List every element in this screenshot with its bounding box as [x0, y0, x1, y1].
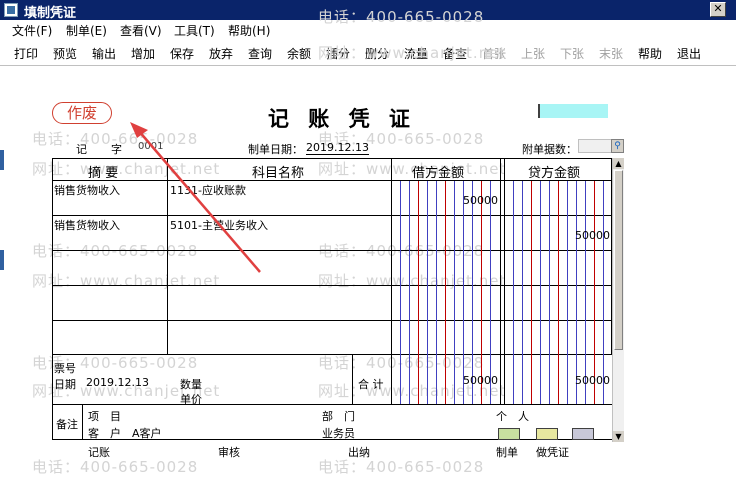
row2-summary[interactable]: 销售货物收入 [54, 217, 120, 233]
customer-label: 客 户 [88, 427, 121, 440]
scroll-thumb[interactable] [614, 170, 623, 350]
row1-summary[interactable]: 销售货物收入 [54, 182, 120, 198]
sig-cashier: 出纳 [348, 446, 370, 459]
customer-value[interactable]: A客户 [132, 425, 162, 441]
toolbar-print[interactable]: 打印 [14, 45, 38, 62]
ticket-label: 票号 [54, 362, 76, 375]
salesman-label: 业务员 [322, 427, 355, 440]
voucher-number[interactable]: 0001 [138, 141, 163, 152]
watermark-phone: 电话：400-665-0028 [318, 458, 485, 476]
header-debit: 借方金额 [412, 166, 465, 181]
toolbar-help[interactable]: 帮助 [638, 45, 662, 62]
menu-view[interactable]: 查看(V) [120, 22, 162, 39]
toolbar-query[interactable]: 查询 [248, 45, 272, 62]
attachments-input[interactable] [578, 139, 612, 153]
header-account: 科目名称 [252, 166, 305, 181]
toolbar-discard[interactable]: 放弃 [209, 45, 233, 62]
voucher-entry-table: 摘 要 科目名称 借方金额 贷方金额 销售货物收入 1131-应收账款 5000… [52, 158, 612, 440]
toolbar-first[interactable]: 首张 [482, 45, 506, 62]
toolbar-last[interactable]: 末张 [599, 45, 623, 62]
watermark-phone: 电话：400-665-0028 [32, 458, 199, 476]
header-credit: 贷方金额 [528, 166, 581, 181]
date-label: 制单日期： [248, 143, 303, 156]
menu-help[interactable]: 帮助(H) [228, 22, 270, 39]
footer-date[interactable]: 2019.12.13 [86, 376, 149, 389]
menu-voucher[interactable]: 制单(E) [66, 22, 107, 39]
close-button[interactable]: ✕ [710, 2, 726, 17]
voucher-date[interactable]: 2019.12.13 [306, 141, 369, 155]
toolbar-next[interactable]: 下张 [560, 45, 584, 62]
toolbar-prev[interactable]: 上张 [521, 45, 545, 62]
toolbar-save[interactable]: 保存 [170, 45, 194, 62]
project-label: 项 目 [88, 410, 121, 423]
row1-debit[interactable]: 50000 [392, 194, 498, 207]
menu-file[interactable]: 文件(F) [12, 22, 52, 39]
scroll-up-icon[interactable]: ▲ [613, 158, 624, 169]
menu-bar: 文件(F) 制单(E) 查看(V) 工具(T) 帮助(H) [0, 20, 736, 39]
voucher-type[interactable]: 记 [76, 141, 87, 157]
row2-account[interactable]: 5101-主营业务收入 [170, 217, 268, 233]
sig-preparer-name: 做凭证 [536, 446, 569, 459]
toolbar-insert-line[interactable]: 插分 [326, 45, 350, 62]
attachments-label: 附单据数： [522, 143, 577, 156]
voucher-title: 记 账 凭 证 [268, 106, 416, 131]
toolbar-export[interactable]: 输出 [92, 45, 116, 62]
sig-bookkeeper: 记账 [88, 446, 110, 459]
menu-tools[interactable]: 工具(T) [174, 22, 215, 39]
magnifier-icon[interactable]: ⚲ [611, 139, 624, 153]
total-credit: 50000 [575, 374, 610, 387]
row2-credit[interactable]: 50000 [505, 229, 610, 242]
notes-grid-icon[interactable] [572, 428, 594, 440]
window-title: 填制凭证 [24, 6, 77, 21]
voucher-window: 填制凭证 ✕ 文件(F) 制单(E) 查看(V) 工具(T) 帮助(H) 打印 … [0, 0, 736, 476]
footer-date-label: 日期 [54, 378, 76, 391]
scroll-down-icon[interactable]: ▼ [613, 431, 624, 442]
vertical-scrollbar[interactable]: ▲ ▼ [612, 158, 624, 442]
notes-edit-icon[interactable] [498, 428, 520, 440]
toolbar-balance[interactable]: 余额 [287, 45, 311, 62]
left-edge-strip [0, 150, 4, 170]
toolbar-cashflow[interactable]: 流量 [404, 45, 428, 62]
sig-preparer-label: 制单 [496, 446, 518, 459]
voucher-status-field[interactable] [538, 104, 608, 118]
app-icon [4, 3, 18, 17]
toolbar-delete-line[interactable]: 删分 [365, 45, 389, 62]
person-label: 个 人 [496, 410, 529, 423]
toolbar: 打印 预览 输出 增加 保存 放弃 查询 余额 插分 删分 流量 备查 首张 上… [0, 40, 736, 66]
title-bar: 填制凭证 ✕ [0, 0, 736, 21]
toolbar-add[interactable]: 增加 [131, 45, 155, 62]
toolbar-exit[interactable]: 退出 [677, 45, 701, 62]
toolbar-preview[interactable]: 预览 [53, 45, 77, 62]
total-label: 合 计 [358, 378, 384, 391]
notes-label: 备注 [56, 418, 78, 431]
toolbar-memo[interactable]: 备查 [443, 45, 467, 62]
qty-label: 数量 [180, 378, 202, 391]
dept-label: 部 门 [322, 410, 355, 423]
price-label: 单价 [180, 393, 202, 406]
sig-reviewer: 审核 [218, 446, 240, 459]
total-debit: 50000 [463, 374, 498, 387]
row1-account[interactable]: 1131-应收账款 [170, 182, 246, 198]
void-stamp: 作废 [52, 102, 112, 124]
header-summary: 摘 要 [88, 166, 119, 181]
voucher-word-label: 字 [111, 143, 122, 156]
notes-card-icon[interactable] [536, 428, 558, 440]
left-edge-strip [0, 250, 4, 270]
